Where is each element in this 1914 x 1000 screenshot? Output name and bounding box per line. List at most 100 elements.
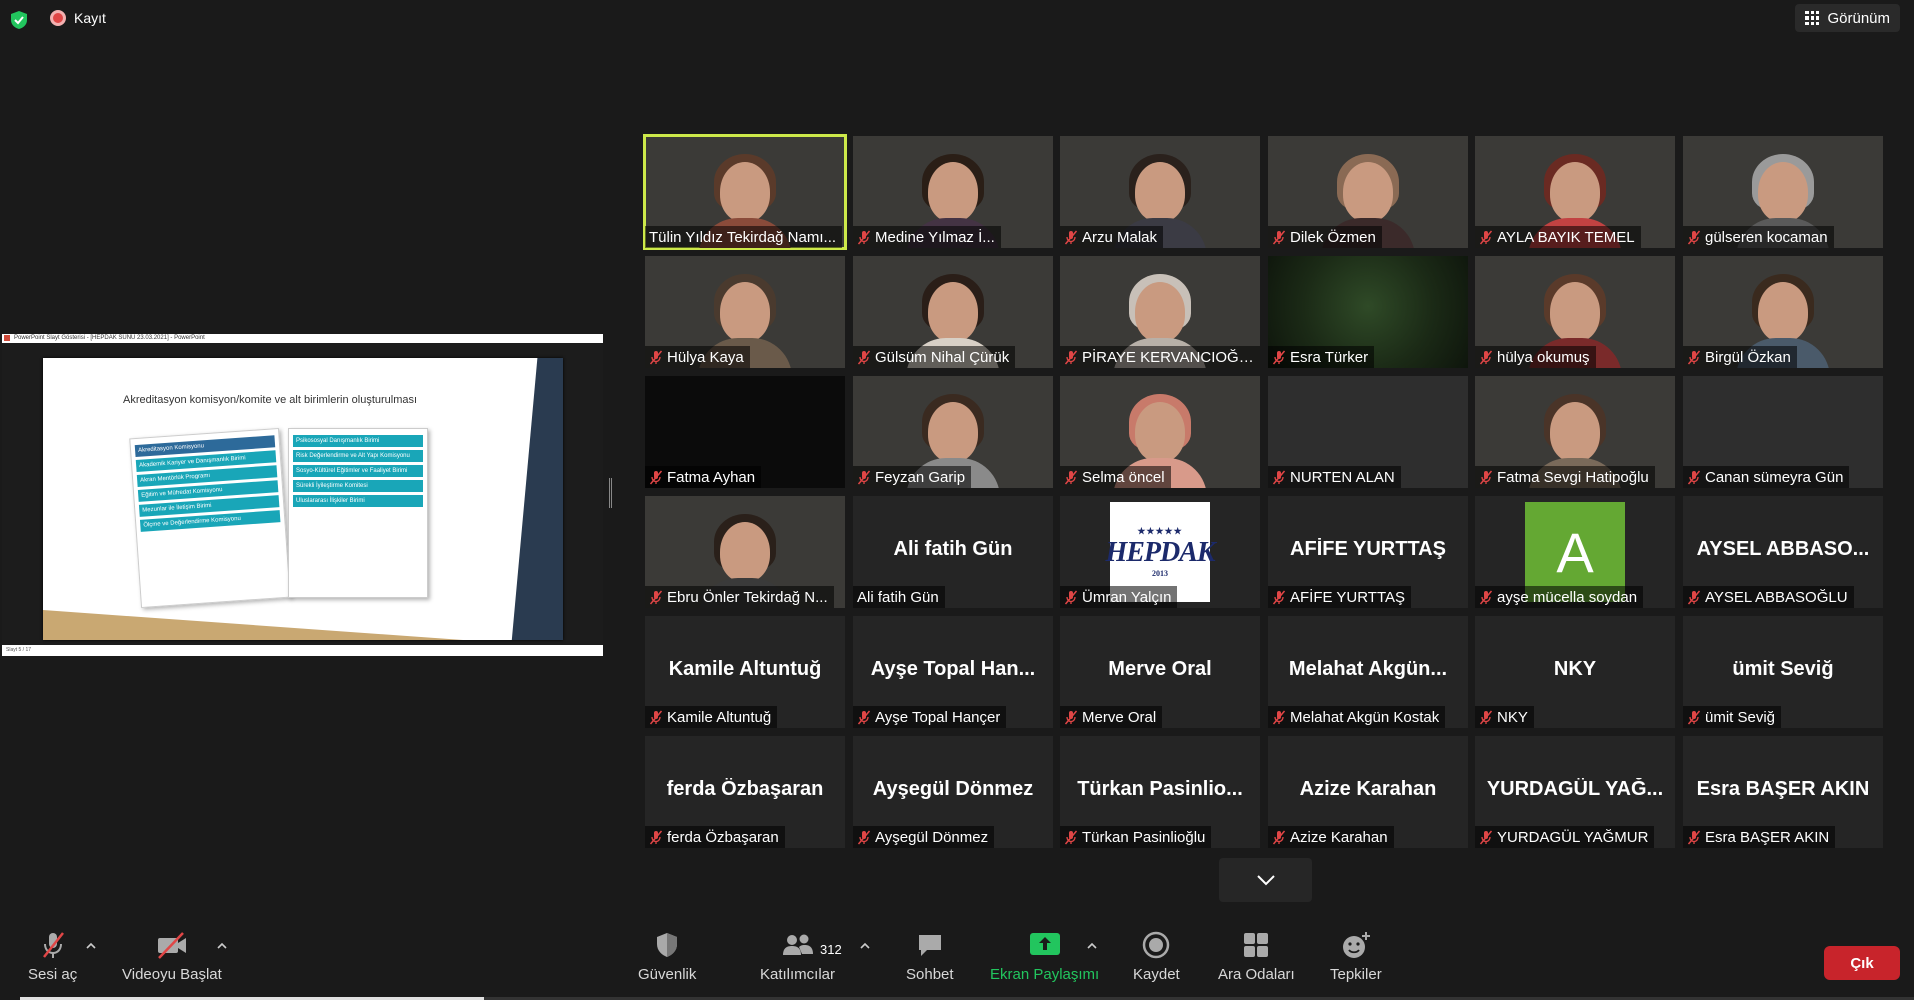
participant-name: Fatma Sevgi Hatipoğlu [1497, 468, 1649, 486]
video-off-icon [157, 932, 186, 959]
participant-tile[interactable]: Arzu Malak [1060, 136, 1260, 248]
gallery-next-page-button[interactable] [1219, 858, 1312, 902]
leave-button[interactable]: Çık [1824, 946, 1900, 980]
participant-name: Ebru Önler Tekirdağ N... [667, 588, 828, 606]
powerpoint-icon [4, 335, 10, 341]
participant-tile[interactable]: Aayşe mücella soydan [1475, 496, 1675, 608]
participant-tile[interactable]: NURTEN ALAN [1268, 376, 1468, 488]
participant-tile[interactable]: Dilek Özmen [1268, 136, 1468, 248]
participant-tile[interactable]: Ali fatih Gün Ali fatih Gün [853, 496, 1053, 608]
participant-tile[interactable]: Fatma Sevgi Hatipoğlu [1475, 376, 1675, 488]
mic-muted-icon [1272, 350, 1286, 364]
participant-display-name: Azize Karahan [1299, 778, 1437, 800]
participant-tile[interactable]: Ayşe Topal Han... Ayşe Topal Hançer [853, 616, 1053, 728]
participant-name-label: ayşe mücella soydan [1475, 586, 1644, 608]
participants-options-caret-icon[interactable] [859, 942, 871, 950]
participant-name: AYSEL ABBASOĞLU [1705, 588, 1848, 606]
participant-name: Melahat Akgün Kostak [1290, 708, 1440, 726]
mic-muted-icon [1687, 470, 1701, 484]
participant-tile[interactable]: NKY NKY [1475, 616, 1675, 728]
participant-tile[interactable]: hülya okumuş [1475, 256, 1675, 368]
participant-tile[interactable]: AYSEL ABBASO... AYSEL ABBASOĞLU [1683, 496, 1883, 608]
participant-name: Hülya Kaya [667, 348, 744, 366]
slide-card-left: Akreditasyon Komisyonu Akademik Kariyer v… [129, 427, 291, 609]
resize-handle[interactable] [609, 478, 612, 508]
unmute-label: Sesi aç [28, 966, 78, 983]
shared-screen[interactable]: PowerPoint Slayt Gösterisi - [HEPDAK SUN… [2, 334, 603, 656]
mic-muted-icon [649, 710, 663, 724]
participant-display-name: NKY [1553, 658, 1597, 680]
audio-options-caret-icon[interactable] [85, 942, 97, 950]
mic-muted-icon [1479, 470, 1493, 484]
participant-tile[interactable]: PİRAYE KERVANCIOĞLU [1060, 256, 1260, 368]
chat-button[interactable]: Sohbet [906, 930, 954, 983]
share-options-caret-icon[interactable] [1086, 942, 1098, 950]
participant-display-name: AYSEL ABBASO... [1696, 538, 1870, 560]
participant-tile[interactable]: gülseren kocaman [1683, 136, 1883, 248]
participant-name-label: Melahat Akgün Kostak [1268, 706, 1446, 728]
participant-name: AFİFE YURTTAŞ [1290, 588, 1406, 606]
participant-tile[interactable]: ümit Seviğ ümit Seviğ [1683, 616, 1883, 728]
participant-name-label: Fatma Ayhan [645, 466, 762, 488]
view-button[interactable]: Görünüm [1795, 4, 1900, 32]
participant-tile[interactable]: Esra Türker [1268, 256, 1468, 368]
participant-tile[interactable]: ★★★★★ HEPDAK 2013 Ümran Yalçın [1060, 496, 1260, 608]
share-screen-button[interactable]: Ekran Paylaşımı [990, 930, 1099, 983]
mic-muted-icon [1064, 830, 1078, 844]
mic-muted-icon [1479, 350, 1493, 364]
participant-tile[interactable]: YURDAGÜL YAĞ... YURDAGÜL YAĞMUR [1475, 736, 1675, 848]
participant-name: gülseren kocaman [1705, 228, 1828, 246]
slide-list-item: Uluslararası İlişkiler Birimi [293, 495, 423, 507]
participant-tile[interactable]: Feyzan Garip [853, 376, 1053, 488]
start-video-button[interactable]: Videoyu Başlat [122, 930, 222, 983]
view-label: Görünüm [1827, 9, 1890, 27]
participant-name-label: NKY [1475, 706, 1534, 728]
mic-muted-icon [1272, 590, 1286, 604]
participant-tile[interactable]: Türkan Pasinlio... Türkan Pasinlioğlu [1060, 736, 1260, 848]
participant-tile[interactable]: Fatma Ayhan [645, 376, 845, 488]
participant-tile[interactable]: Esra BAŞER AKIN Esra BAŞER AKIN [1683, 736, 1883, 848]
participant-name: ayşe mücella soydan [1497, 588, 1638, 606]
participant-tile[interactable]: Medine Yılmaz İ... [853, 136, 1053, 248]
participant-tile[interactable]: Merve Oral Merve Oral [1060, 616, 1260, 728]
slide-footer: Slayt 5 / 17 [2, 645, 603, 656]
security-label: Güvenlik [638, 966, 697, 983]
participant-display-name: Ayşe Topal Han... [870, 658, 1036, 680]
unmute-button[interactable]: Sesi aç [28, 930, 77, 983]
participant-tile[interactable]: AFİFE YURTTAŞ AFİFE YURTTAŞ [1268, 496, 1468, 608]
mic-muted-icon [1272, 230, 1286, 244]
participant-name-label: Selma öncel [1060, 466, 1171, 488]
participant-tile[interactable]: Ebru Önler Tekirdağ N... [645, 496, 845, 608]
security-shield-icon[interactable] [10, 10, 28, 30]
participant-name: Azize Karahan [1290, 828, 1388, 846]
participant-tile[interactable]: Melahat Akgün... Melahat Akgün Kostak [1268, 616, 1468, 728]
participant-tile[interactable]: Ayşegül Dönmez Ayşegül Dönmez [853, 736, 1053, 848]
participant-tile[interactable]: Kamile Altuntuğ Kamile Altuntuğ [645, 616, 845, 728]
participant-tile[interactable]: Hülya Kaya [645, 256, 845, 368]
participant-tile[interactable]: Tülin Yıldız Tekirdağ Namı... [643, 134, 847, 250]
participant-tile[interactable]: Birgül Özkan [1683, 256, 1883, 368]
breakout-rooms-button[interactable]: Ara Odaları [1218, 930, 1295, 983]
record-button[interactable]: Kaydet [1133, 930, 1180, 983]
participant-tile[interactable]: ferda Özbaşaran ferda Özbaşaran [645, 736, 845, 848]
breakout-rooms-label: Ara Odaları [1218, 966, 1295, 983]
participant-tile[interactable]: Selma öncel [1060, 376, 1260, 488]
participant-name-label: Gülsüm Nihal Çürük [853, 346, 1016, 368]
participant-name-label: gülseren kocaman [1683, 226, 1834, 248]
participant-tile[interactable]: Canan sümeyra Gün [1683, 376, 1883, 488]
slide-list-item: Sürekli İyileştirme Komitesi [293, 480, 423, 492]
reactions-label: Tepkiler [1330, 966, 1382, 983]
participant-name: Canan sümeyra Gün [1705, 468, 1844, 486]
participant-name: YURDAGÜL YAĞMUR [1497, 828, 1649, 846]
participant-name-label: AYSEL ABBASOĞLU [1683, 586, 1854, 608]
security-button[interactable]: Güvenlik [638, 930, 696, 983]
chat-bubble-icon [918, 935, 941, 956]
participant-tile[interactable]: Gülsüm Nihal Çürük [853, 256, 1053, 368]
participant-tile[interactable]: Azize Karahan Azize Karahan [1268, 736, 1468, 848]
participant-name-label: Esra BAŞER AKIN [1683, 826, 1836, 848]
video-options-caret-icon[interactable] [216, 942, 228, 950]
reactions-button[interactable]: Tepkiler [1330, 930, 1382, 983]
participant-tile[interactable]: AYLA BAYIK TEMEL [1475, 136, 1675, 248]
participant-name-label: ferda Özbaşaran [645, 826, 785, 848]
recording-indicator[interactable]: Kayıt [50, 10, 106, 26]
